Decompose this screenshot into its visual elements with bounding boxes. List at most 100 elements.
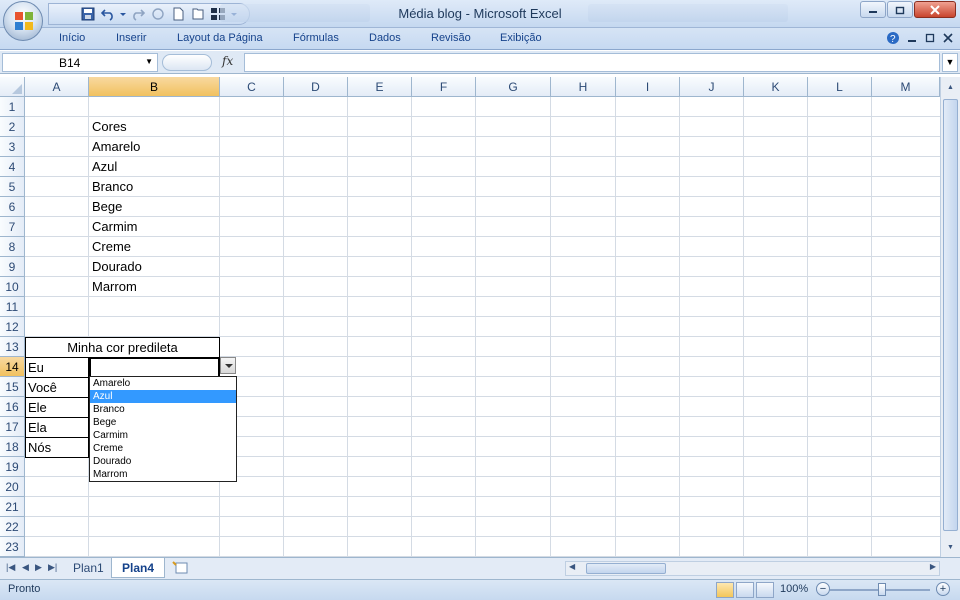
column-header-d[interactable]: D [284,77,348,97]
row-header[interactable]: 13 [0,337,25,357]
cell-area[interactable]: Cores Amarelo Azul Branco Bege Carmim Cr… [25,97,940,557]
workbook-minimize-icon[interactable] [906,32,918,44]
active-cell-b14[interactable] [89,357,220,378]
name-box[interactable]: B14 ▼ [2,53,158,72]
vertical-scrollbar[interactable]: ▲ ▼ [940,77,960,557]
row-header[interactable]: 15 [0,377,25,397]
formula-input[interactable] [244,53,940,72]
zoom-slider-thumb[interactable] [878,583,886,596]
column-header-c[interactable]: C [220,77,284,97]
horizontal-scroll-thumb[interactable] [586,563,666,574]
list-item[interactable]: Marrom [90,468,236,481]
help-icon[interactable]: ? [886,31,900,45]
tab-inserir[interactable]: Inserir [116,32,147,44]
column-header-i[interactable]: I [616,77,680,97]
zoom-level[interactable]: 100% [780,583,808,595]
cell-a14[interactable]: Eu [25,357,89,378]
column-header-m[interactable]: M [872,77,940,97]
column-header-e[interactable]: E [348,77,412,97]
restore-button[interactable] [887,1,913,18]
row-header[interactable]: 10 [0,277,25,297]
column-header-g[interactable]: G [476,77,551,97]
zoom-out-icon[interactable]: − [816,582,830,596]
cell-b6[interactable]: Bege [90,197,219,217]
cell-b8[interactable]: Creme [90,237,219,257]
scroll-left-icon[interactable]: ◀ [569,562,575,571]
page-break-view-icon[interactable] [756,582,774,598]
row-header[interactable]: 5 [0,177,25,197]
cell-b7[interactable]: Carmim [90,217,219,237]
list-item[interactable]: Dourado [90,455,236,468]
row-header[interactable]: 12 [0,317,25,337]
scroll-up-icon[interactable]: ▲ [943,81,958,95]
page-layout-view-icon[interactable] [736,582,754,598]
cell-a16[interactable]: Ele [25,397,89,418]
row-header[interactable]: 4 [0,157,25,177]
normal-view-icon[interactable] [716,582,734,598]
vertical-scroll-thumb[interactable] [943,99,958,531]
cell-b9[interactable]: Dourado [90,257,219,277]
row-header[interactable]: 7 [0,217,25,237]
sheet-tab-plan4[interactable]: Plan4 [111,558,166,578]
list-item[interactable]: Branco [90,403,236,416]
zoom-in-icon[interactable]: + [936,582,950,596]
insert-sheet-icon[interactable] [172,561,190,578]
cell-b2[interactable]: Cores [90,117,219,137]
column-header-f[interactable]: F [412,77,476,97]
row-header[interactable]: 17 [0,417,25,437]
insert-function-icon[interactable]: fx [222,54,233,68]
cell-b5[interactable]: Branco [90,177,219,197]
row-header[interactable]: 23 [0,537,25,557]
list-item[interactable]: Bege [90,416,236,429]
row-header[interactable]: 11 [0,297,25,317]
first-sheet-icon[interactable]: |◀ [6,562,15,573]
list-item[interactable]: Carmim [90,429,236,442]
office-button[interactable] [3,1,43,41]
tab-exibicao[interactable]: Exibição [500,32,542,44]
tab-layout-da-pagina[interactable]: Layout da Página [177,32,263,44]
data-validation-dropdown-button[interactable] [220,357,236,374]
row-header[interactable]: 2 [0,117,25,137]
scroll-down-icon[interactable]: ▼ [943,541,958,555]
column-header-h[interactable]: H [551,77,616,97]
column-header-b[interactable]: B [89,77,220,97]
column-header-a[interactable]: A [25,77,89,97]
workbook-restore-icon[interactable] [924,32,936,44]
row-header[interactable]: 1 [0,97,25,117]
cell-b4[interactable]: Azul [90,157,219,177]
row-header[interactable]: 22 [0,517,25,537]
row-header[interactable]: 6 [0,197,25,217]
formula-cancel-enter[interactable] [162,54,212,71]
cell-a13-b13-merged[interactable]: Minha cor predileta [25,337,220,358]
row-header[interactable]: 19 [0,457,25,477]
cell-b3[interactable]: Amarelo [90,137,219,157]
cell-b10[interactable]: Marrom [90,277,219,297]
column-header-k[interactable]: K [744,77,808,97]
row-header[interactable]: 18 [0,437,25,457]
tab-inicio[interactable]: Início [59,32,85,44]
close-button[interactable] [914,1,956,18]
column-header-j[interactable]: J [680,77,744,97]
previous-sheet-icon[interactable]: ◀ [22,562,29,573]
cell-a15[interactable]: Você [25,377,89,398]
cell-a18[interactable]: Nós [25,437,89,458]
row-header[interactable]: 20 [0,477,25,497]
last-sheet-icon[interactable]: ▶| [48,562,57,573]
tab-dados[interactable]: Dados [369,32,401,44]
horizontal-scrollbar[interactable]: ◀ ▶ [565,561,940,576]
tab-revisao[interactable]: Revisão [431,32,471,44]
minimize-button[interactable] [860,1,886,18]
scroll-right-icon[interactable]: ▶ [930,562,936,571]
row-header[interactable]: 8 [0,237,25,257]
expand-formula-bar-icon[interactable]: ▼ [942,53,958,72]
row-header-selected[interactable]: 14 [0,357,25,377]
list-item[interactable]: Creme [90,442,236,455]
column-header-l[interactable]: L [808,77,872,97]
next-sheet-icon[interactable]: ▶ [35,562,42,573]
tab-formulas[interactable]: Fórmulas [293,32,339,44]
row-header[interactable]: 21 [0,497,25,517]
row-header[interactable]: 3 [0,137,25,157]
row-header[interactable]: 9 [0,257,25,277]
row-header[interactable]: 16 [0,397,25,417]
list-item[interactable]: Amarelo [90,377,236,390]
